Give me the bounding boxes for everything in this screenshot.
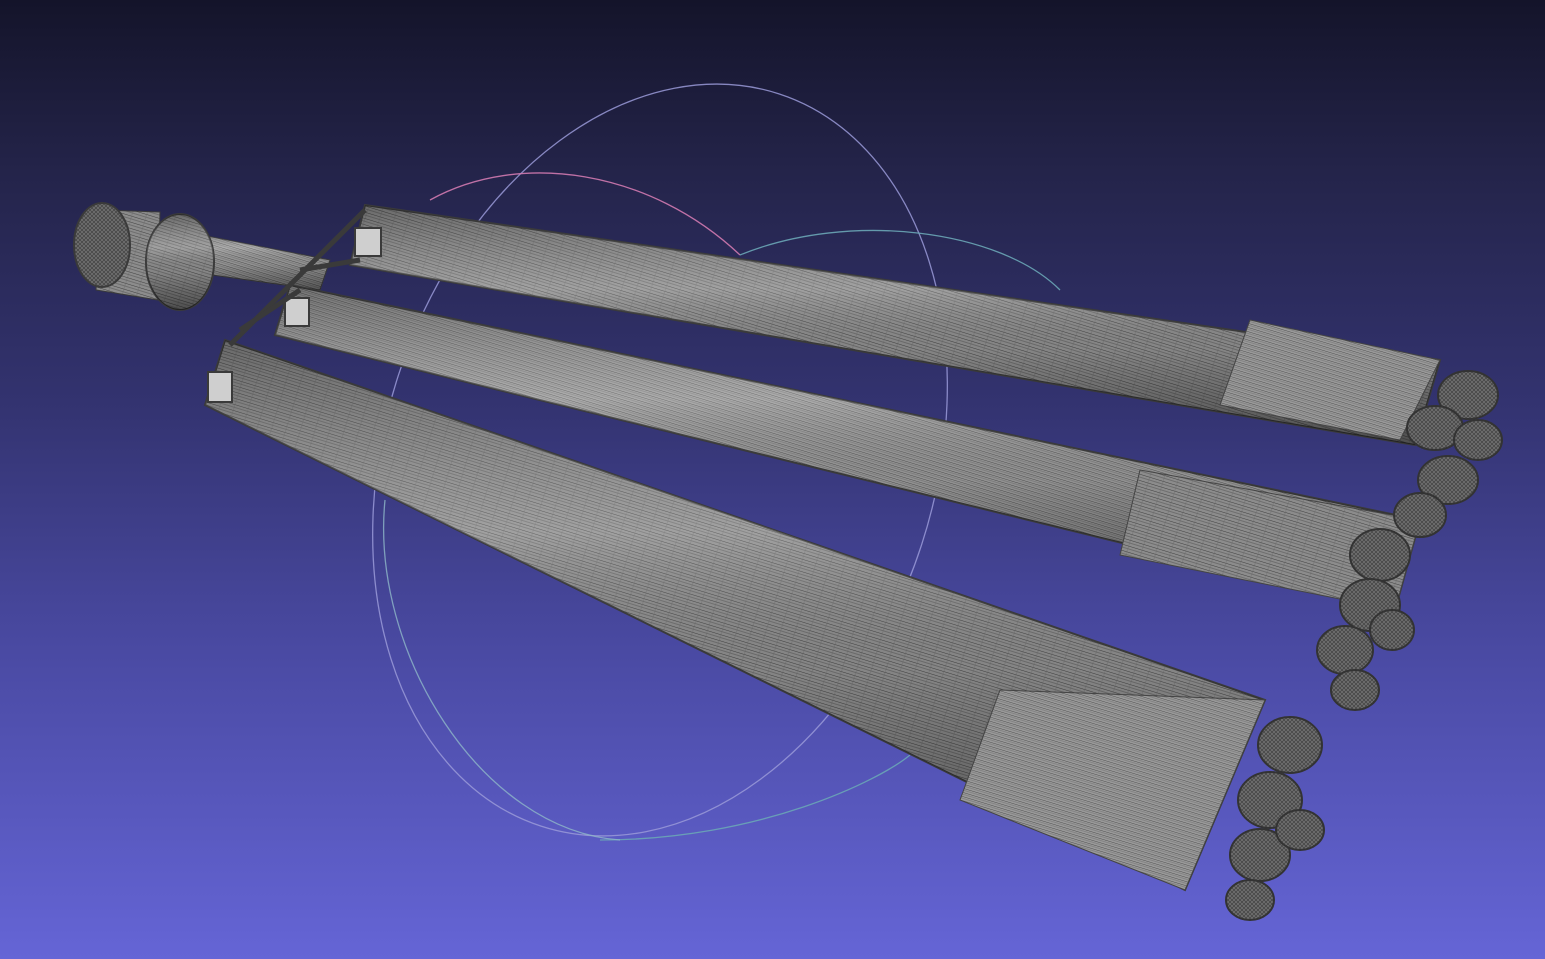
payload-fairing-tip [73,202,131,288]
mesh-render[interactable] [0,0,1545,959]
side-booster-top [348,203,1442,447]
3d-viewport[interactable] [0,0,1545,959]
